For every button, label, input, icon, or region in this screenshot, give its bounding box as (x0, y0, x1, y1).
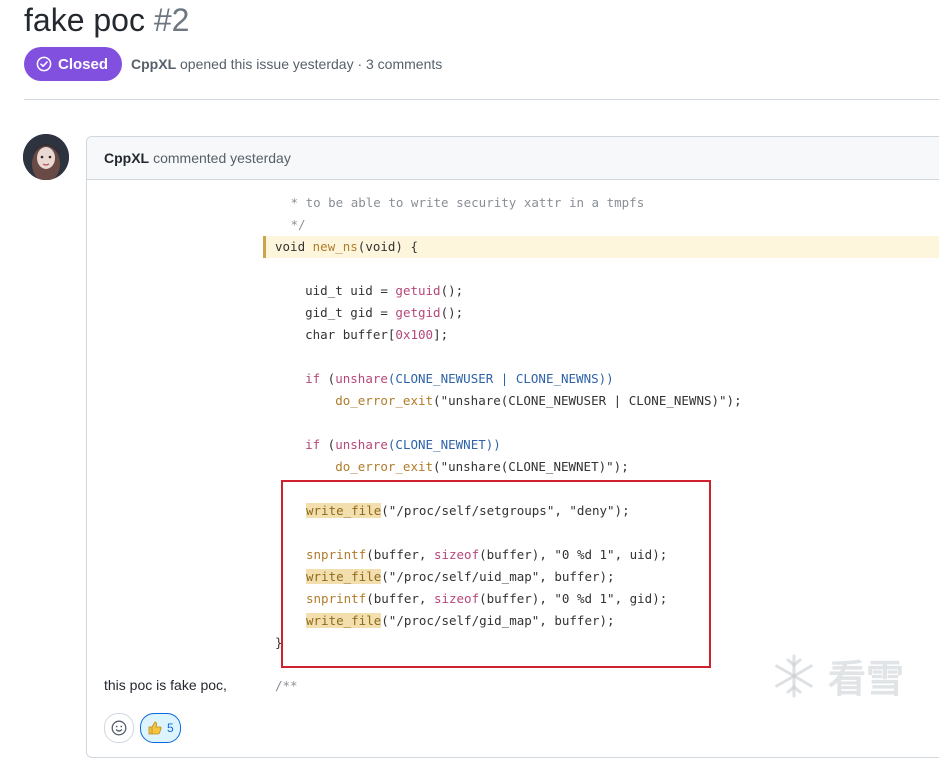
status-label: Closed (58, 55, 109, 73)
code-line: uid_t uid = getuid(); (275, 283, 464, 298)
divider (24, 99, 939, 100)
thumbs-up-icon (148, 721, 162, 735)
comment-body-text: this poc is fake poc, (104, 677, 227, 693)
code-line: do_error_exit("unshare(CLONE_NEWUSER | C… (275, 393, 742, 408)
status-badge: Closed (24, 47, 123, 81)
reactions-bar: 5 (104, 713, 181, 743)
thumbs-up-reaction[interactable]: 5 (140, 713, 181, 743)
code-line: * to be able to write security xattr in … (283, 195, 645, 210)
issue-meta-text: CppXL opened this issue yesterday · 3 co… (131, 56, 442, 72)
issue-meta-detail: opened this issue yesterday · 3 comments (180, 56, 443, 72)
issue-title: fake poc #2 (24, 0, 189, 40)
comment-header: CppXL commented yesterday (87, 137, 939, 180)
code-line: void new_ns(void) { (275, 239, 419, 254)
comment-author-link[interactable]: CppXL (104, 150, 149, 166)
issue-number: #2 (153, 2, 190, 38)
snowflake-icon (775, 654, 813, 697)
code-line: */ (283, 217, 306, 232)
issue-meta: Closed CppXL opened this issue yesterday… (24, 47, 442, 81)
code-line: char buffer[0x100]; (275, 327, 449, 342)
highlight-box (281, 480, 711, 668)
issue-title-text: fake poc (24, 2, 145, 38)
watermark: 看雪 (770, 648, 904, 703)
code-line: do_error_exit("unshare(CLONE_NEWNET)"); (275, 459, 629, 474)
issue-author-link[interactable]: CppXL (131, 56, 176, 72)
add-reaction-button[interactable] (104, 713, 134, 743)
reaction-count: 5 (167, 721, 174, 735)
code-line: gid_t gid = getgid(); (275, 305, 464, 320)
comment-action: commented yesterday (153, 150, 291, 166)
avatar[interactable] (23, 134, 69, 180)
smiley-icon (111, 720, 127, 736)
code-line: if (unshare(CLONE_NEWUSER | CLONE_NEWNS)… (275, 371, 614, 386)
watermark-text: 看雪 (828, 659, 905, 701)
code-line: if (unshare(CLONE_NEWNET)) (275, 437, 501, 452)
check-circle-icon (36, 56, 52, 72)
code-line: /** (275, 678, 298, 693)
avatar-image (23, 134, 69, 180)
